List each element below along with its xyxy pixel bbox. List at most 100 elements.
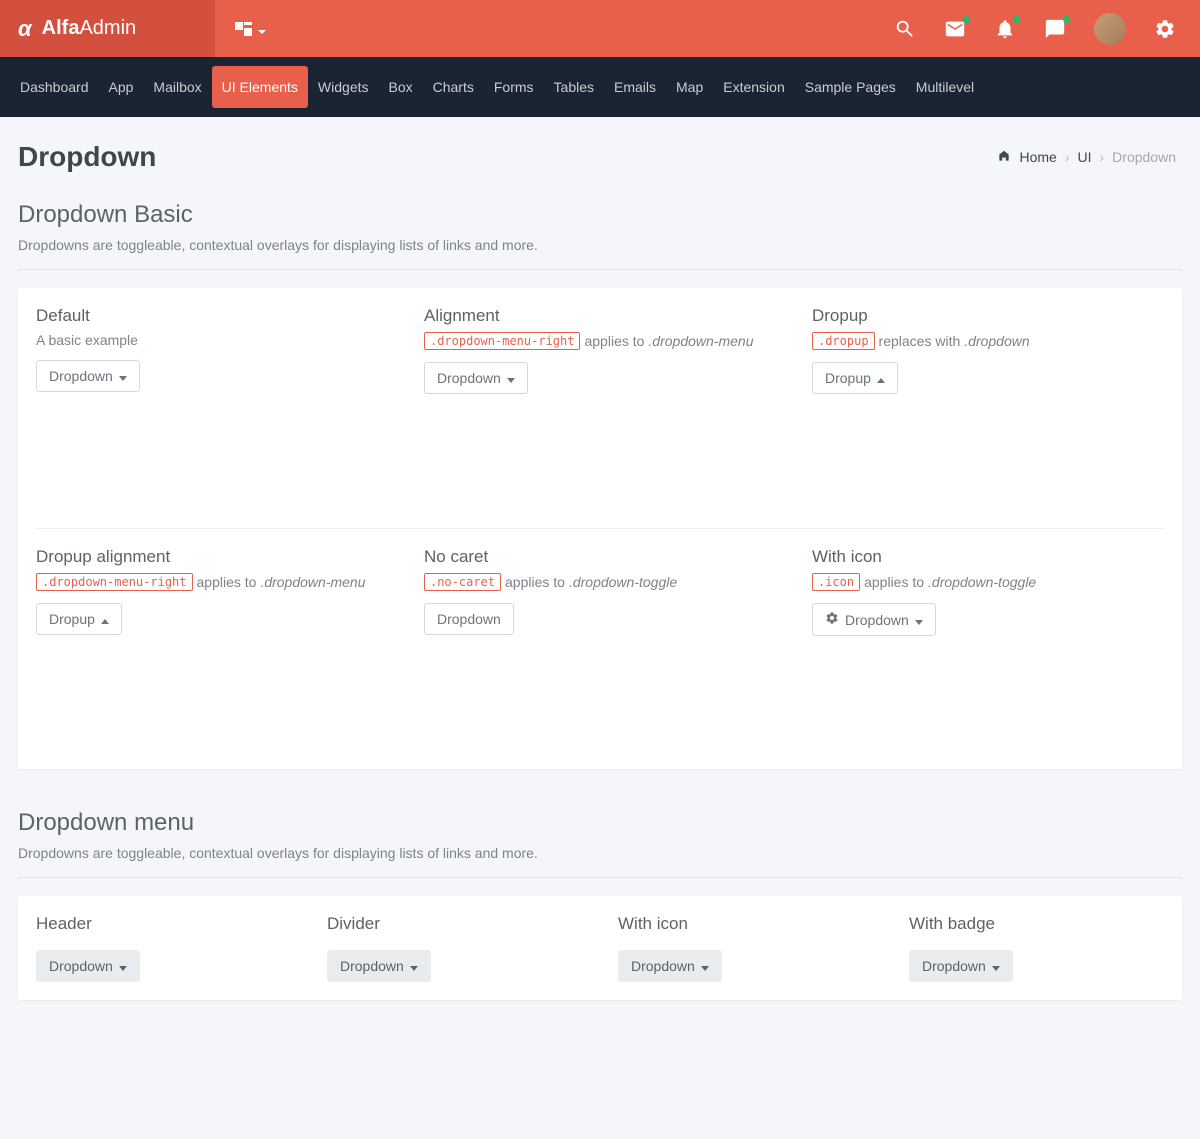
nav-item-emails[interactable]: Emails: [604, 66, 666, 108]
dropdown-toggle-button[interactable]: Dropdown: [812, 603, 936, 636]
nav-item-dashboard[interactable]: Dashboard: [10, 66, 99, 108]
brand-name: AlfaAdmin: [42, 17, 137, 40]
caret-down-icon: [119, 958, 127, 974]
button-label: Dropdown: [631, 958, 695, 974]
caret-down-icon: [992, 958, 1000, 974]
example-title: Default: [36, 306, 388, 326]
desc-target: .dropdown-toggle: [569, 574, 677, 590]
desc-text: applies to: [505, 574, 565, 590]
example-desc: A basic example: [36, 332, 388, 348]
caret-down-icon: [410, 958, 418, 974]
search-icon: [894, 18, 916, 40]
dropdown-toggle-button[interactable]: Dropdown: [424, 362, 528, 394]
dropdown-toggle-button[interactable]: Dropdown: [36, 360, 140, 392]
example-desc: .no-caret applies to .dropdown-toggle: [424, 573, 776, 591]
caret-down-icon: [119, 368, 127, 384]
dropdown-toggle-button[interactable]: Dropup: [36, 603, 122, 635]
caret-down-icon: [701, 958, 709, 974]
button-label: Dropdown: [437, 370, 501, 386]
caret-up-icon: [101, 611, 109, 627]
example-desc: .dropup replaces with .dropdown: [812, 332, 1164, 350]
caret-down-icon: [258, 21, 266, 37]
nav-item-ui-elements[interactable]: UI Elements: [212, 66, 308, 108]
example-title: Divider: [327, 914, 582, 934]
example-no-caret: No caret.no-caret applies to .dropdown-t…: [406, 529, 794, 769]
desc-target: .dropdown-menu: [648, 333, 753, 349]
nav-item-charts[interactable]: Charts: [423, 66, 484, 108]
breadcrumb-home[interactable]: Home: [1019, 149, 1056, 165]
nav-item-tables[interactable]: Tables: [544, 66, 604, 108]
notification-dot-icon: [1063, 16, 1070, 23]
nav-item-map[interactable]: Map: [666, 66, 713, 108]
avatar[interactable]: [1094, 13, 1126, 45]
dropdown-toggle-button[interactable]: Dropdown: [327, 950, 431, 982]
desc-text: applies to: [197, 574, 257, 590]
header-left: [215, 21, 286, 37]
button-label: Dropdown: [340, 958, 404, 974]
brand[interactable]: α AlfaAdmin: [0, 0, 215, 57]
code-badge: .dropdown-menu-right: [36, 573, 193, 591]
notifications-button[interactable]: [994, 18, 1016, 40]
example-with-icon: With icon .icon applies to .dropdown-togg…: [794, 529, 1182, 769]
example-dropup-alignment: Dropup alignment .dropdown-menu-right app…: [18, 529, 406, 769]
code-badge: .icon: [812, 573, 860, 591]
notification-dot-icon: [1013, 16, 1020, 23]
nav-item-forms[interactable]: Forms: [484, 66, 544, 108]
nav-item-widgets[interactable]: Widgets: [308, 66, 379, 108]
example-title: Dropup alignment: [36, 547, 388, 567]
header-right: [894, 13, 1200, 45]
example-alignment: Alignment.dropdown-menu-right applies to…: [406, 288, 794, 528]
section-title: Dropdown menu: [18, 809, 1182, 837]
desc-text: applies to: [864, 574, 924, 590]
settings-button[interactable]: [1154, 18, 1176, 40]
gear-icon: [1154, 18, 1176, 40]
dropdown-toggle-button[interactable]: Dropdown: [36, 950, 140, 982]
button-label: Dropup: [825, 370, 871, 386]
nav-item-extension[interactable]: Extension: [713, 66, 794, 108]
nav-item-sample-pages[interactable]: Sample Pages: [795, 66, 906, 108]
menu-example-divider: Divider Dropdown: [309, 896, 600, 1000]
example-desc: .icon applies to .dropdown-toggle: [812, 573, 1164, 591]
example-title: With icon: [812, 547, 1164, 567]
section-divider: [18, 269, 1182, 270]
button-label: Dropdown: [437, 611, 501, 627]
breadcrumb-ui[interactable]: UI: [1078, 149, 1092, 165]
menu-example-header: Header Dropdown: [18, 896, 309, 1000]
menu-card: HeaderDropdownDividerDropdownWith iconDr…: [18, 896, 1182, 1000]
example-title: Header: [36, 914, 291, 934]
nav-item-multilevel[interactable]: Multilevel: [906, 66, 984, 108]
breadcrumb-sep: ›: [1065, 149, 1070, 165]
gear-icon: [825, 611, 839, 628]
desc-target: .dropdown-menu: [260, 574, 365, 590]
apps-icon: [235, 22, 252, 36]
section-menu: Dropdown menu Dropdowns are toggleable, …: [0, 769, 1200, 878]
menu-example-with-badge: With badgeDropdown: [891, 896, 1182, 1000]
breadcrumb-sep: ›: [1100, 149, 1105, 165]
menu-example-with-icon: With iconDropdown: [600, 896, 891, 1000]
section-desc: Dropdowns are toggleable, contextual ove…: [18, 845, 1182, 861]
main-nav: DashboardAppMailboxUI ElementsWidgetsBox…: [0, 57, 1200, 117]
nav-item-app[interactable]: App: [99, 66, 144, 108]
caret-down-icon: [915, 612, 923, 628]
button-label: Dropdown: [922, 958, 986, 974]
dropdown-toggle-button[interactable]: Dropdown: [909, 950, 1013, 982]
dropdown-toggle-button[interactable]: Dropdown: [424, 603, 514, 635]
desc-target: .dropdown: [964, 333, 1029, 349]
nav-item-box[interactable]: Box: [379, 66, 423, 108]
apps-menu-button[interactable]: [235, 21, 266, 37]
dropdown-toggle-button[interactable]: Dropdown: [618, 950, 722, 982]
caret-up-icon: [877, 370, 885, 386]
page-title: Dropdown: [18, 141, 156, 173]
dropdown-toggle-button[interactable]: Dropup: [812, 362, 898, 394]
page-header: Dropdown Home › UI › Dropdown: [0, 117, 1200, 181]
example-dropup: Dropup.dropup replaces with .dropdownDro…: [794, 288, 1182, 528]
desc-text: applies to: [584, 333, 644, 349]
nav-item-mailbox[interactable]: Mailbox: [143, 66, 211, 108]
button-label: Dropup: [49, 611, 95, 627]
chat-button[interactable]: [1044, 18, 1066, 40]
mail-button[interactable]: [944, 18, 966, 40]
top-header: α AlfaAdmin: [0, 0, 1200, 57]
search-button[interactable]: [894, 18, 916, 40]
button-label: Dropdown: [845, 612, 909, 628]
section-divider: [18, 877, 1182, 878]
